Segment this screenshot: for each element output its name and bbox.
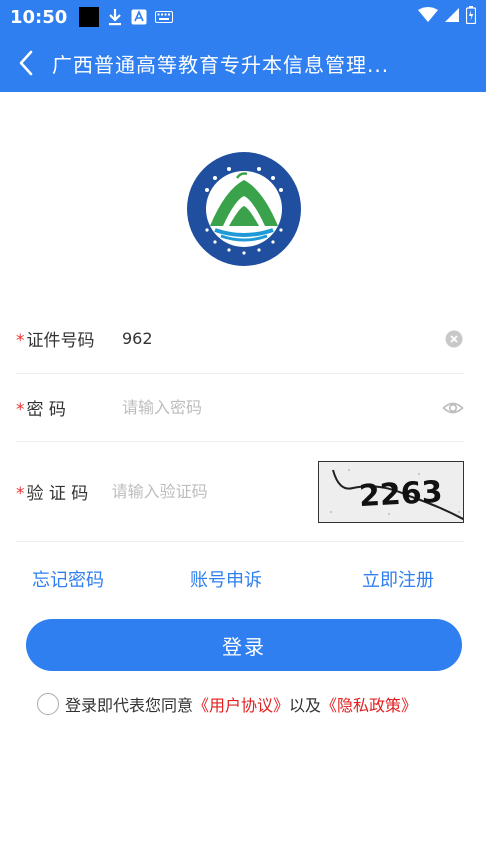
account-appeal-link[interactable]: 账号申诉 — [190, 566, 262, 592]
captcha-input[interactable] — [111, 482, 312, 501]
captcha-image[interactable]: 2263 — [317, 460, 464, 523]
battery-icon — [465, 6, 477, 28]
register-link[interactable]: 立即注册 — [362, 566, 434, 592]
clear-icon[interactable] — [444, 329, 464, 349]
status-time: 10:50 — [10, 6, 68, 28]
app-bar: 广西普通高等教育专升本信息管理... — [0, 34, 486, 92]
password-row: * 密 码 — [16, 374, 464, 442]
agreement-radio[interactable] — [37, 693, 59, 715]
privacy-policy-link[interactable]: 《隐私政策》 — [321, 692, 417, 716]
agreement-prefix: 登录即代表您同意 — [65, 696, 194, 715]
chevron-left-icon — [19, 50, 33, 76]
back-button[interactable] — [0, 34, 52, 92]
captcha-row: *验 证 码 2263 — [16, 442, 464, 542]
user-agreement-link[interactable]: 《用户协议》 — [193, 692, 289, 716]
password-input[interactable] — [122, 398, 442, 417]
required-mark: * — [16, 331, 25, 351]
agreement-row: 登录即代表您同意 《用户协议》 以及 《隐私政策》 — [37, 692, 417, 716]
page-title: 广西普通高等教育专升本信息管理... — [52, 52, 390, 77]
notification-square-icon — [79, 7, 100, 27]
id-number-input[interactable] — [122, 329, 444, 348]
status-bar: 10:50 — [0, 0, 486, 34]
login-button[interactable]: 登录 — [26, 619, 462, 671]
wifi-icon — [418, 7, 438, 27]
id-number-row: * 证件号码 — [16, 304, 464, 374]
forgot-password-link[interactable]: 忘记密码 — [32, 566, 104, 592]
password-label: * 密 码 — [16, 400, 66, 420]
translate-icon — [131, 9, 147, 25]
id-number-label: * 证件号码 — [16, 331, 95, 351]
eye-icon[interactable] — [442, 397, 464, 419]
captcha-label: * 验 证 码 — [16, 484, 89, 504]
status-right-icons — [418, 6, 477, 28]
school-logo — [185, 150, 303, 268]
captcha-text: 2263 — [358, 474, 443, 513]
links-bar: 忘记密码 账号申诉 立即注册 — [0, 566, 486, 596]
download-icon — [107, 8, 123, 26]
agreement-middle: 以及 — [289, 696, 322, 715]
keyboard-icon — [155, 11, 174, 23]
signal-icon — [444, 7, 460, 27]
